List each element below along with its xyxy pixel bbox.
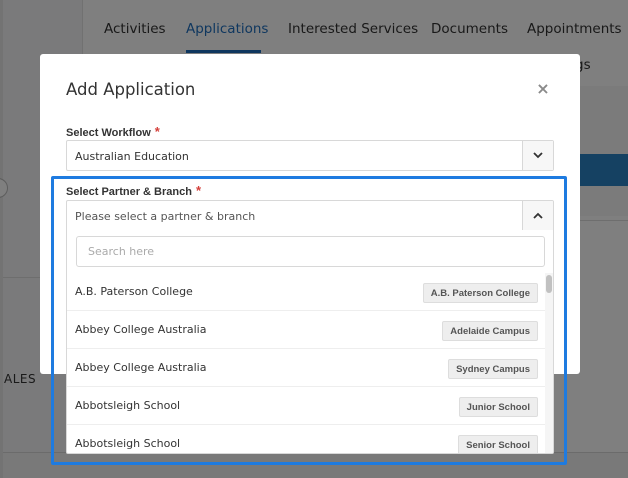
dropdown-scrollbar[interactable] bbox=[545, 273, 553, 453]
partner-branch-label-text: Select Partner & Branch bbox=[66, 186, 192, 198]
branch-badge: A.B. Paterson College bbox=[422, 283, 538, 303]
workflow-label-text: Select Workflow bbox=[66, 127, 151, 139]
branch-badge: Adelaide Campus bbox=[442, 321, 538, 341]
list-item[interactable]: A.B. Paterson College A.B. Paterson Coll… bbox=[67, 273, 545, 311]
branch-badge: Sydney Campus bbox=[448, 359, 538, 379]
chevron-down-icon[interactable] bbox=[522, 141, 553, 170]
branch-badge: Junior School bbox=[458, 397, 538, 417]
partner-branch-dropdown: Please select a partner & branch A.B. Pa… bbox=[66, 200, 554, 454]
partner-name: A.B. Paterson College bbox=[75, 285, 193, 298]
partner-name: Abbey College Australia bbox=[75, 323, 207, 336]
list-item[interactable]: Abbey College Australia Adelaide Campus bbox=[67, 311, 545, 349]
chevron-up-icon[interactable] bbox=[522, 201, 553, 230]
modal-title: Add Application bbox=[66, 80, 196, 99]
partner-name: Abbotsleigh School bbox=[75, 437, 181, 450]
list-item[interactable]: Abbey College Australia Sydney Campus bbox=[67, 349, 545, 387]
partner-name: Abbey College Australia bbox=[75, 361, 207, 374]
workflow-select-value: Australian Education bbox=[75, 150, 189, 163]
partner-branch-placeholder: Please select a partner & branch bbox=[75, 210, 256, 223]
scrollbar-thumb[interactable] bbox=[546, 275, 552, 293]
partner-branch-select[interactable]: Please select a partner & branch bbox=[67, 201, 553, 230]
search-input[interactable] bbox=[77, 237, 544, 266]
partner-branch-label: Select Partner & Branch * bbox=[66, 183, 201, 198]
workflow-select[interactable]: Australian Education bbox=[66, 140, 554, 171]
branch-badge: Senior School bbox=[458, 435, 538, 453]
list-item[interactable]: Abbotsleigh School Senior School bbox=[67, 425, 545, 453]
workflow-label: Select Workflow * bbox=[66, 124, 160, 139]
search-box bbox=[76, 236, 545, 267]
required-mark: * bbox=[154, 124, 160, 139]
required-mark: * bbox=[195, 183, 201, 198]
partner-options-list: A.B. Paterson College A.B. Paterson Coll… bbox=[67, 273, 545, 453]
partner-name: Abbotsleigh School bbox=[75, 399, 181, 412]
close-icon[interactable]: × bbox=[534, 80, 552, 98]
list-item[interactable]: Abbotsleigh School Junior School bbox=[67, 387, 545, 425]
